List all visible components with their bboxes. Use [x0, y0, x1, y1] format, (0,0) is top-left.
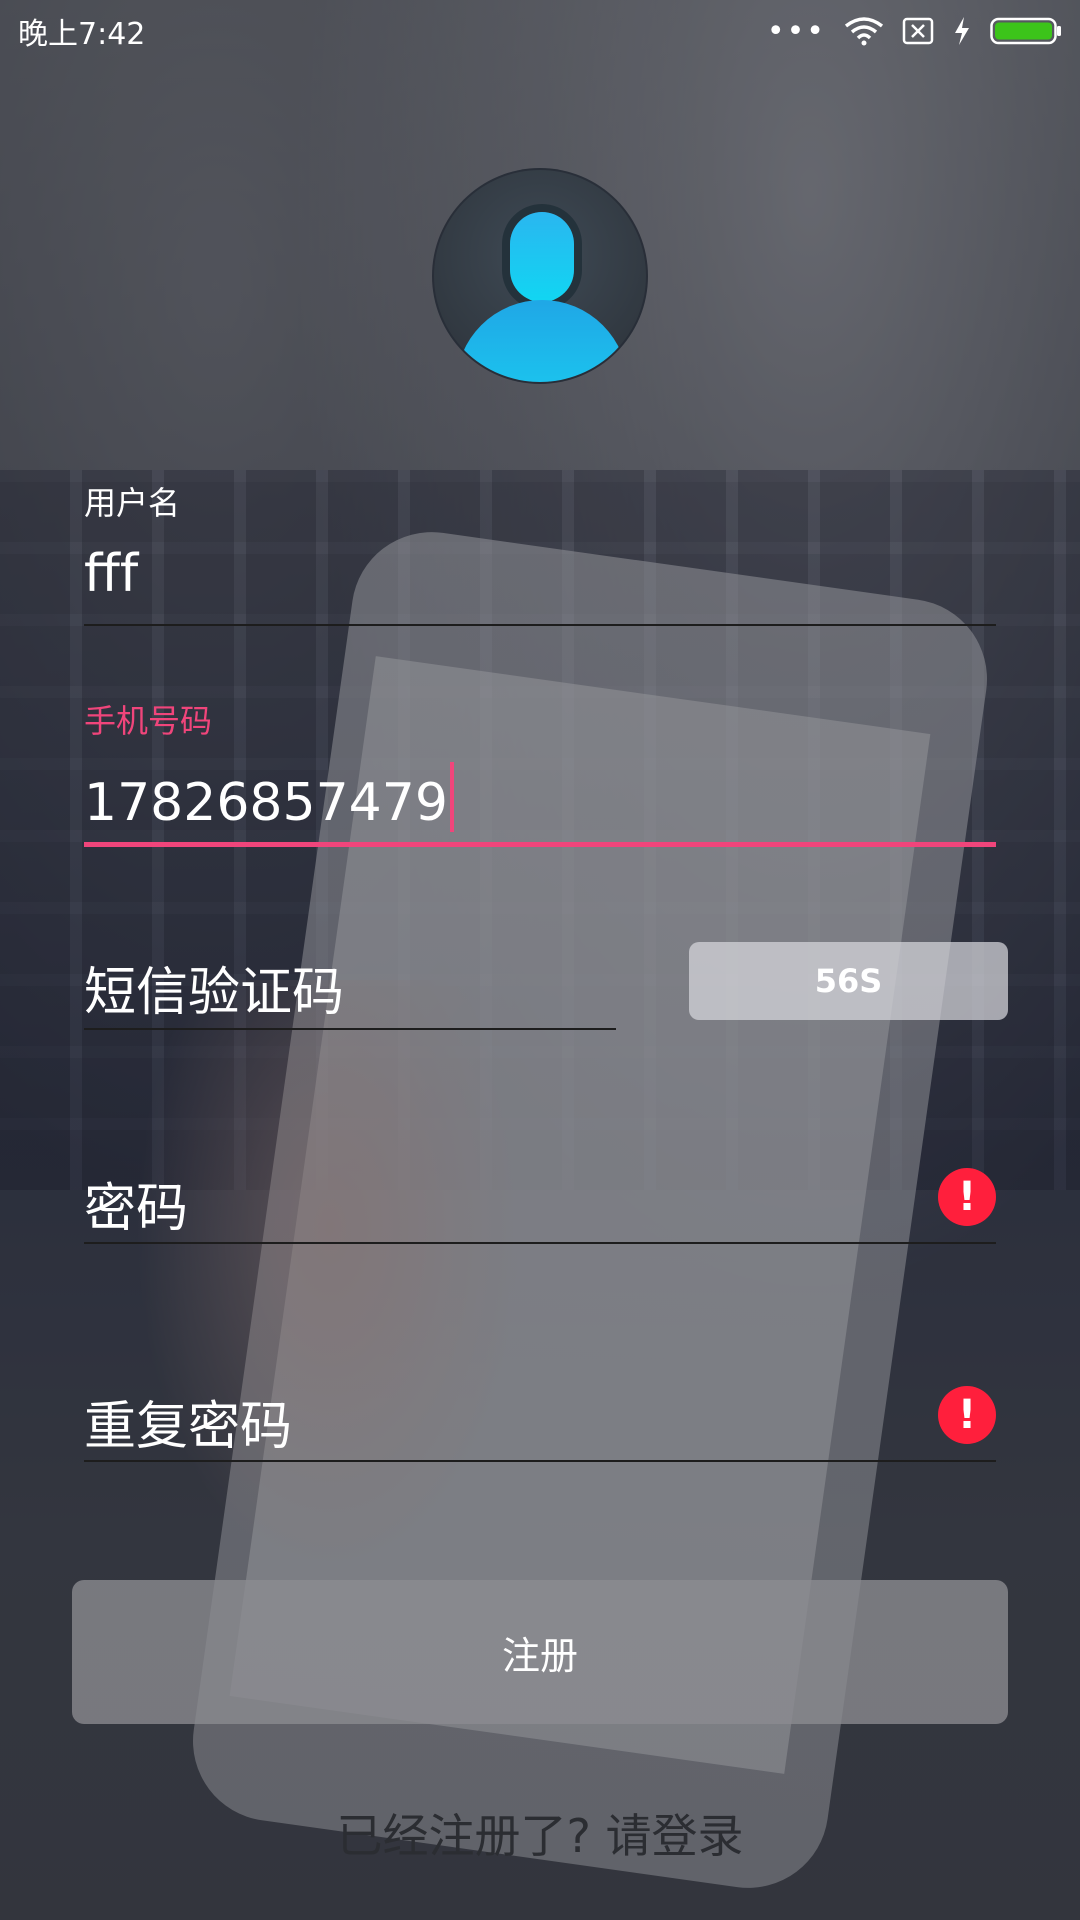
phone-underline	[84, 842, 996, 847]
login-link[interactable]: 已经注册了? 请登录	[0, 1800, 1080, 1866]
status-icons: •••	[767, 14, 1062, 49]
wifi-icon	[844, 17, 884, 46]
phone-value: 17826857479	[84, 773, 448, 833]
username-underline	[84, 624, 996, 626]
username-field[interactable]: 用户名 fff	[84, 478, 996, 626]
password-error-icon[interactable]: !	[938, 1168, 996, 1226]
user-avatar-icon	[432, 168, 648, 384]
status-bar: 晚上7:42 •••	[0, 0, 1080, 62]
phone-input[interactable]: 17826857479	[84, 762, 996, 833]
sms-code-underline	[84, 1028, 616, 1030]
phone-field[interactable]: 手机号码 17826857479	[84, 696, 996, 847]
sms-code-field[interactable]: 短信验证码	[84, 950, 616, 1030]
username-label: 用户名	[84, 484, 181, 522]
password-placeholder: 密码	[84, 1179, 189, 1239]
phone-label: 手机号码	[84, 702, 213, 740]
avatar-head	[510, 212, 574, 302]
repeat-password-placeholder: 重复密码	[84, 1397, 293, 1457]
status-time: 晚上7:42	[18, 17, 146, 52]
username-value[interactable]: fff	[84, 544, 996, 614]
charging-bolt-icon	[955, 17, 969, 45]
more-dots-icon: •••	[766, 13, 826, 49]
register-button[interactable]: 注册	[72, 1580, 1008, 1724]
sim-off-icon	[902, 17, 934, 45]
repeat-password-error-icon[interactable]: !	[938, 1386, 996, 1444]
send-sms-code-button[interactable]: 56S	[689, 942, 1008, 1020]
sms-code-placeholder: 短信验证码	[84, 963, 345, 1023]
avatar-body	[456, 300, 628, 382]
password-field[interactable]: 密码 !	[84, 1166, 996, 1244]
password-underline	[84, 1242, 996, 1244]
text-cursor	[449, 762, 454, 832]
repeat-password-field[interactable]: 重复密码 !	[84, 1384, 996, 1462]
repeat-password-underline	[84, 1460, 996, 1462]
battery-icon	[990, 17, 1061, 45]
